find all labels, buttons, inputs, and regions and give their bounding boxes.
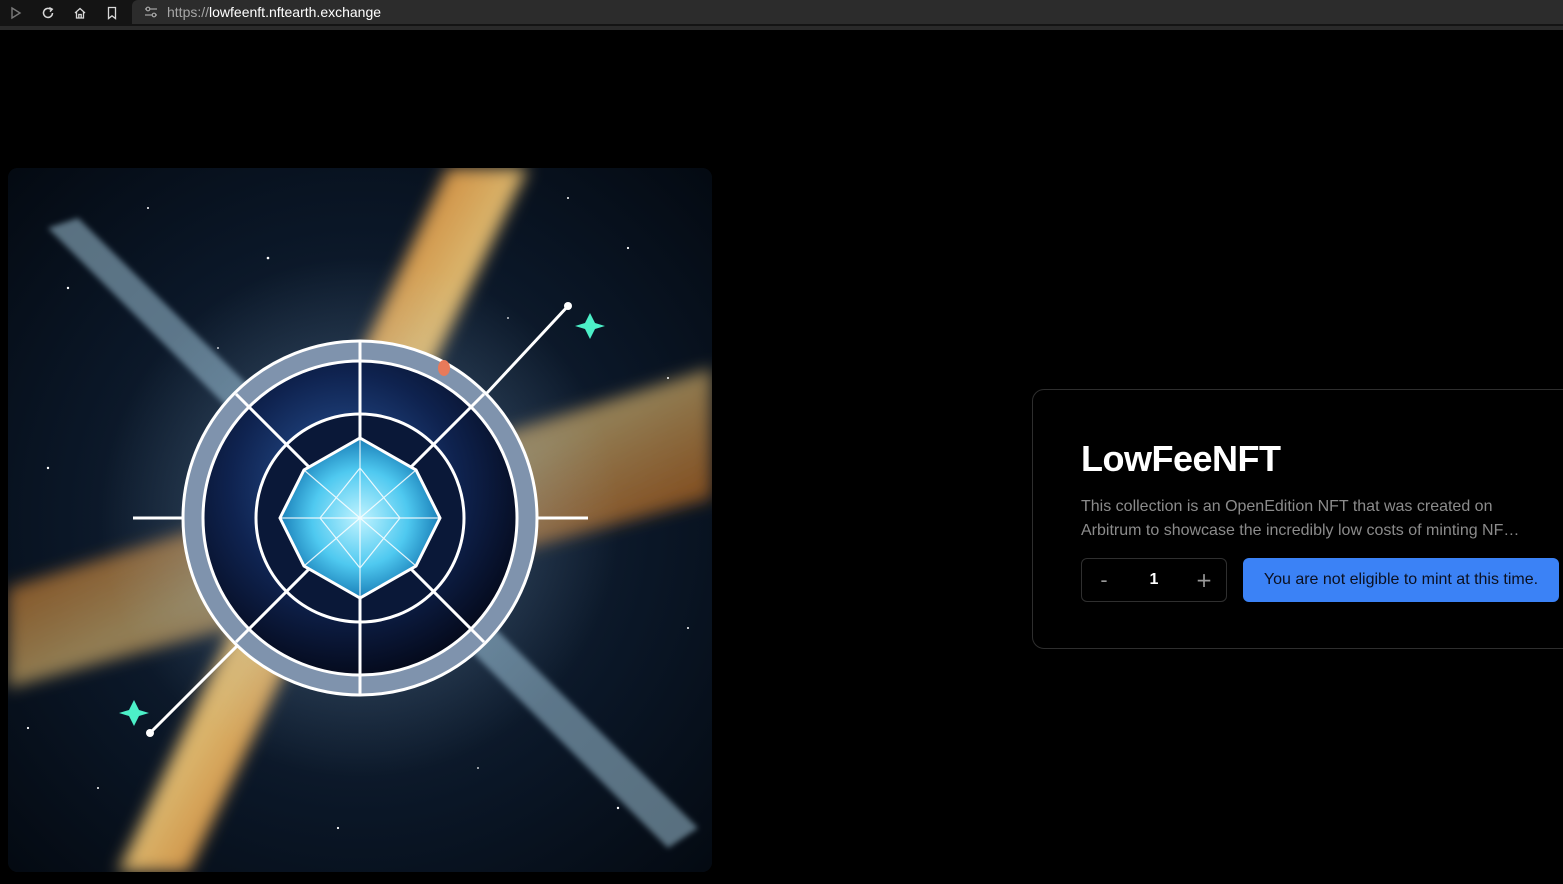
decrement-button[interactable]: - — [1082, 559, 1126, 601]
reload-icon[interactable] — [32, 2, 64, 24]
quantity-stepper: - 1 + — [1081, 558, 1227, 602]
site-settings-icon[interactable] — [143, 5, 159, 19]
url-text: https://lowfeenft.nftearth.exchange — [167, 4, 381, 20]
nft-artwork-image — [8, 168, 712, 872]
url-scheme: https:// — [167, 4, 210, 20]
bookmark-icon[interactable] — [96, 2, 128, 24]
mint-button[interactable]: You are not eligible to mint at this tim… — [1243, 558, 1559, 602]
address-bar[interactable]: https://lowfeenft.nftearth.exchange — [132, 0, 1563, 24]
mint-card: LowFeeNFT This collection is an OpenEdit… — [1032, 389, 1563, 649]
url-host: lowfeenft.nftearth.exchange — [209, 4, 382, 20]
home-icon[interactable] — [64, 2, 96, 24]
play-icon[interactable] — [0, 2, 32, 24]
collection-title: LowFeeNFT — [1081, 438, 1281, 479]
collection-description: This collection is an OpenEdition NFT th… — [1081, 498, 1520, 539]
quantity-value[interactable]: 1 — [1126, 571, 1182, 589]
increment-button[interactable]: + — [1182, 559, 1226, 601]
toolbar-divider — [0, 26, 1563, 30]
